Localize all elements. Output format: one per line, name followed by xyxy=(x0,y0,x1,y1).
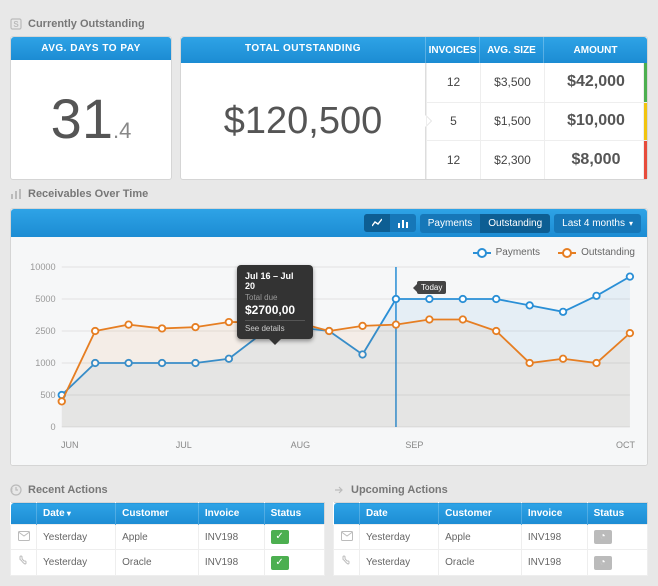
section-recent-header: Recent Actions xyxy=(10,484,325,496)
toggle-outstanding[interactable]: Outstanding xyxy=(480,214,550,233)
status-badge: ✓ xyxy=(271,556,289,570)
chart-legend: Payments Outstanding xyxy=(23,247,635,258)
outstanding-row: 12$3,500$42,000 xyxy=(426,63,647,102)
total-outstanding-amount: $120,500 xyxy=(224,100,383,143)
range-dropdown[interactable]: Last 4 months xyxy=(554,214,641,233)
receivables-chart-card: Payments Outstanding Last 4 months Payme… xyxy=(10,208,648,466)
tooltip-range: Jul 16 – Jul 20 xyxy=(245,271,305,291)
col-status[interactable]: Status xyxy=(264,503,324,525)
svg-text:5000: 5000 xyxy=(35,294,55,304)
svg-text:0: 0 xyxy=(51,422,56,432)
svg-text:1000: 1000 xyxy=(35,358,55,368)
tooltip-label: Total due xyxy=(245,293,305,302)
avg-days-decimal: .4 xyxy=(113,118,131,144)
total-outstanding-header: TOTAL OUTSTANDING xyxy=(181,37,425,63)
outstanding-row: 12$2,300$8,000 xyxy=(426,140,647,179)
section-title: Currently Outstanding xyxy=(28,18,145,30)
section-title: Receivables Over Time xyxy=(28,188,148,200)
avg-days-card: AVG. DAYS TO PAY 31 .4 xyxy=(10,36,172,180)
col-avg-size: AVG. SIZE xyxy=(479,37,543,63)
section-upcoming-header: Upcoming Actions xyxy=(333,484,648,496)
col-icon xyxy=(11,503,37,525)
series-toggle[interactable]: Payments Outstanding xyxy=(420,214,550,233)
col-date[interactable]: Date xyxy=(37,503,116,525)
tooltip-value: $2700,00 xyxy=(245,303,305,317)
mail-icon xyxy=(334,525,360,550)
today-marker: Today xyxy=(417,281,446,294)
chart-toolbar: Payments Outstanding Last 4 months xyxy=(11,209,647,237)
col-customer[interactable]: Customer xyxy=(116,503,199,525)
status-badge: ◔ xyxy=(594,556,612,570)
chart-tooltip: Jul 16 – Jul 20 Total due $2700,00 See d… xyxy=(237,265,313,339)
section-outstanding-header: S Currently Outstanding xyxy=(10,18,648,30)
mail-icon xyxy=(11,525,37,550)
dollar-icon: S xyxy=(10,18,22,30)
col-customer[interactable]: Customer xyxy=(439,503,522,525)
svg-text:10000: 10000 xyxy=(30,262,55,272)
bar-chart-icon[interactable] xyxy=(390,214,416,232)
section-title: Upcoming Actions xyxy=(351,484,448,496)
status-badge: ◔ xyxy=(594,530,612,544)
line-chart-icon[interactable] xyxy=(364,214,390,232)
svg-text:500: 500 xyxy=(40,390,55,400)
table-row[interactable]: Yesterday Oracle INV198 ◔ xyxy=(334,550,648,576)
bars-icon xyxy=(10,188,22,200)
toggle-payments[interactable]: Payments xyxy=(420,214,480,233)
section-receivables-header: Receivables Over Time xyxy=(10,188,648,200)
svg-text:S: S xyxy=(13,20,19,29)
chart-type-toggle[interactable] xyxy=(364,214,416,232)
range-label[interactable]: Last 4 months xyxy=(554,214,641,233)
col-invoice[interactable]: Invoice xyxy=(521,503,587,525)
outstanding-row: 5$1,500$10,000 xyxy=(426,102,647,141)
upcoming-actions-table: Date Customer Invoice Status Yesterday A… xyxy=(333,502,648,576)
forward-icon xyxy=(333,484,345,496)
avg-days-header: AVG. DAYS TO PAY xyxy=(11,37,171,60)
col-invoices: INVOICES xyxy=(425,37,479,63)
table-row[interactable]: Yesterday Apple INV198 ✓ xyxy=(11,525,325,550)
total-outstanding-card: TOTAL OUTSTANDING INVOICES AVG. SIZE AMO… xyxy=(180,36,648,180)
status-badge: ✓ xyxy=(271,530,289,544)
col-icon xyxy=(334,503,360,525)
table-row[interactable]: Yesterday Apple INV198 ◔ xyxy=(334,525,648,550)
col-date[interactable]: Date xyxy=(360,503,439,525)
section-title: Recent Actions xyxy=(28,484,108,496)
col-status[interactable]: Status xyxy=(587,503,647,525)
col-invoice[interactable]: Invoice xyxy=(198,503,264,525)
avg-days-integer: 31 xyxy=(51,86,113,151)
legend-outstanding: Outstanding xyxy=(581,247,635,258)
table-row[interactable]: Yesterday Oracle INV198 ✓ xyxy=(11,550,325,576)
line-chart: 0 500 1000 2500 5000 10000 xyxy=(23,262,635,437)
phone-icon xyxy=(334,550,360,576)
col-amount: AMOUNT xyxy=(543,37,647,63)
phone-icon xyxy=(11,550,37,576)
history-icon xyxy=(10,484,22,496)
tooltip-details-link[interactable]: See details xyxy=(245,320,305,333)
svg-text:2500: 2500 xyxy=(35,326,55,336)
legend-payments: Payments xyxy=(496,247,540,258)
recent-actions-table: Date Customer Invoice Status Yesterday A… xyxy=(10,502,325,576)
